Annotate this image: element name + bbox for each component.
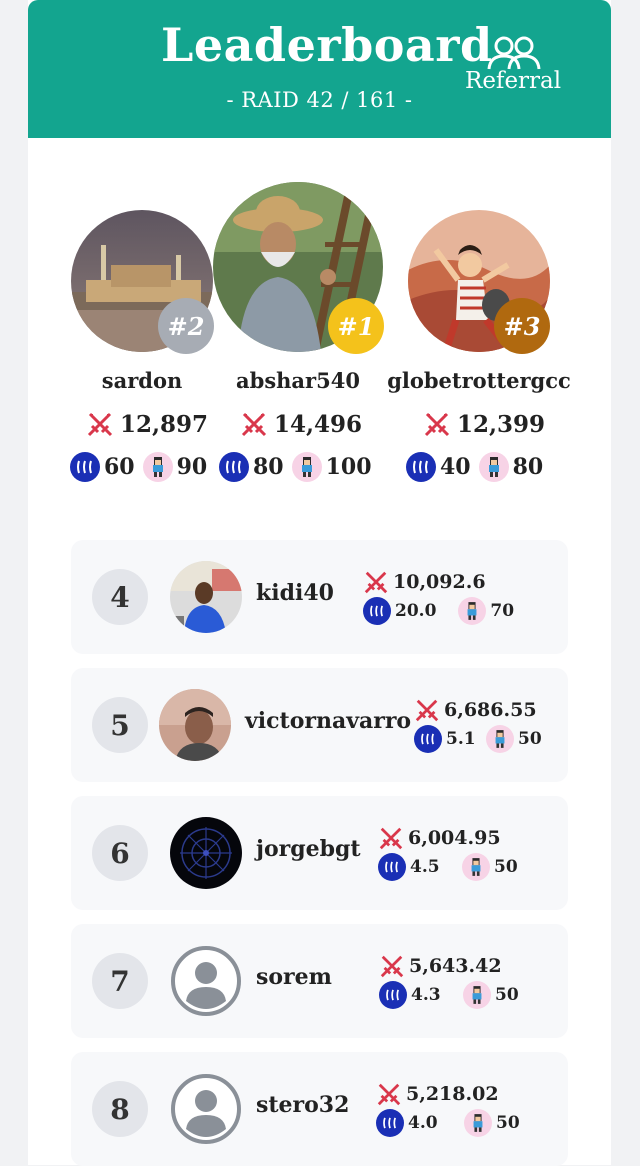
steem-icon (414, 725, 442, 753)
avatar[interactable] (170, 561, 242, 633)
rank-number: 4 (92, 569, 148, 625)
character-icon (462, 853, 490, 881)
score-value: 12,399 (457, 410, 546, 438)
crossed-swords-icon (87, 412, 113, 437)
podium-tokens-1: 80 100 (219, 452, 372, 482)
character-icon (463, 981, 491, 1009)
steem-value: 4.0 (408, 1113, 438, 1133)
steem-value: 4.5 (410, 857, 440, 877)
username[interactable]: jorgebgt (256, 836, 361, 862)
rank-number: 6 (92, 825, 148, 881)
avatar[interactable] (170, 817, 242, 889)
rank-badge-1: #1 (328, 298, 384, 354)
character-value: 80 (512, 454, 544, 480)
podium-score-1: 14,496 (240, 410, 362, 438)
default-avatar-icon[interactable] (170, 945, 242, 1017)
character-icon (458, 597, 487, 625)
character-icon (142, 452, 173, 482)
character-icon (464, 1109, 492, 1137)
character-value: 70 (490, 601, 515, 621)
raid-label: - RAID 42 / 161 - (226, 88, 413, 112)
character-value: 90 (176, 454, 208, 480)
steem-icon (379, 981, 407, 1009)
row-stats: 5,643.42 4.3 50 (379, 952, 519, 1010)
page-title: Leaderboard (161, 18, 493, 72)
podium-score-3: 12,399 (423, 410, 545, 438)
steem-value: 5.1 (446, 729, 476, 749)
character-value: 100 (325, 454, 372, 480)
crossed-swords-icon (415, 699, 439, 722)
score-value: 5,218.02 (406, 1083, 499, 1105)
leaderboard-row[interactable]: 8 stero32 5,218.02 4.0 50 (71, 1052, 568, 1166)
crossed-swords-icon (379, 827, 403, 850)
podium-name-1[interactable]: abshar540 (218, 368, 378, 393)
row-stats: 10,092.6 20.0 70 (363, 568, 514, 626)
podium-tokens-3: 40 80 (406, 452, 543, 482)
leaderboard-row[interactable]: 7 sorem 5,643.42 4.3 50 (71, 924, 568, 1038)
character-value: 50 (496, 1113, 520, 1133)
character-icon (291, 452, 322, 482)
score-value: 10,092.6 (393, 571, 486, 593)
row-stats: 6,686.55 5.1 50 (414, 696, 542, 754)
username[interactable]: stero32 (256, 1092, 349, 1118)
crossed-swords-icon (424, 412, 450, 437)
character-icon (486, 725, 514, 753)
rank-number: 8 (92, 1081, 148, 1137)
score-value: 6,686.55 (444, 699, 537, 721)
steem-value: 4.3 (411, 985, 441, 1005)
podium-name-3[interactable]: globetrottergcc (384, 368, 574, 393)
row-stats: 5,218.02 4.0 50 (376, 1080, 520, 1138)
rank-badge-3: #3 (494, 298, 550, 354)
character-value: 50 (494, 857, 518, 877)
username[interactable]: victornavarro (245, 708, 411, 734)
steem-value: 60 (104, 454, 135, 480)
rank-badge-2: #2 (158, 298, 214, 354)
leaderboard-row[interactable]: 4 kidi40 10,092.6 20.0 70 (71, 540, 568, 654)
rank-number: 7 (92, 953, 148, 1009)
header: Leaderboard Referral - RAID 42 / 161 - (28, 0, 611, 138)
crossed-swords-icon (364, 571, 388, 594)
steem-icon (376, 1109, 404, 1137)
row-stats: 6,004.95 4.5 50 (378, 824, 518, 882)
podium-tokens-2: 60 90 (70, 452, 207, 482)
character-value: 50 (518, 729, 542, 749)
podium-name-2[interactable]: sardon (71, 368, 213, 393)
username[interactable]: kidi40 (256, 580, 334, 606)
crossed-swords-icon (380, 955, 404, 978)
character-value: 50 (495, 985, 519, 1005)
rank-number: 5 (92, 697, 148, 753)
character-icon (478, 452, 509, 482)
steem-value: 40 (440, 454, 471, 480)
steem-icon (70, 452, 100, 482)
steem-icon (406, 452, 436, 482)
crossed-swords-icon (377, 1083, 401, 1106)
crossed-swords-icon (241, 412, 267, 437)
username[interactable]: sorem (256, 964, 332, 990)
leaderboard-row[interactable]: 5 victornavarro 6,686.55 5.1 50 (71, 668, 568, 782)
avatar[interactable] (159, 689, 231, 761)
steem-value: 80 (253, 454, 284, 480)
users-icon[interactable] (486, 36, 542, 70)
leaderboard-row[interactable]: 6 jorgebgt 6,004.95 4.5 50 (71, 796, 568, 910)
score-value: 5,643.42 (409, 955, 502, 977)
podium-score-2: 12,897 (86, 410, 208, 438)
score-value: 14,496 (274, 410, 363, 438)
steem-icon (219, 452, 249, 482)
score-value: 6,004.95 (408, 827, 501, 849)
steem-icon (363, 597, 391, 625)
default-avatar-icon[interactable] (170, 1073, 242, 1145)
steem-icon (378, 853, 406, 881)
score-value: 12,897 (120, 410, 209, 438)
steem-value: 20.0 (395, 601, 437, 621)
